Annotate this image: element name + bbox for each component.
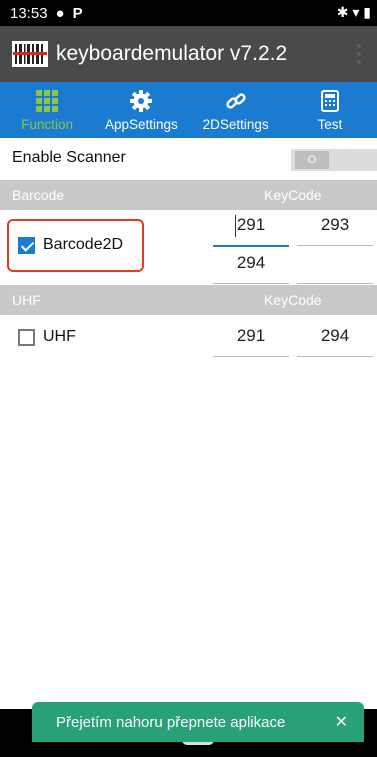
calculator-icon <box>320 89 339 113</box>
notification-icon: ● <box>55 4 65 22</box>
overflow-menu-icon[interactable] <box>357 44 361 64</box>
section-title: UHF <box>12 292 41 308</box>
barcode2d-keycode-3[interactable]: 294 <box>213 253 289 284</box>
section-title: Barcode <box>12 187 65 203</box>
tab-label: AppSettings <box>104 116 178 132</box>
app-bar: keyboardemulator v7.2.2 <box>0 26 377 82</box>
close-icon[interactable]: ✕ <box>335 712 348 732</box>
keycode-header: KeyCode <box>264 187 322 203</box>
tab-function[interactable]: Function <box>0 82 94 138</box>
uhf-label: UHF <box>43 328 76 345</box>
uhf-keycode-1[interactable]: 291 <box>213 326 289 357</box>
enable-scanner-switch[interactable]: O <box>291 149 377 171</box>
tab-test[interactable]: Test <box>283 82 377 138</box>
tab-label: Test <box>317 116 343 132</box>
barcode-logo-icon <box>12 41 48 67</box>
gear-icon <box>130 89 153 113</box>
barcode2d-keycode-1[interactable]: 291 <box>213 215 289 247</box>
barcode2d-checkbox[interactable] <box>18 237 35 254</box>
swipe-hint-toast: Přejetím nahoru přepnete aplikace ✕ <box>32 702 364 742</box>
barcode2d-keycode-4[interactable] <box>297 253 373 284</box>
tab-label: 2DSettings <box>202 116 269 132</box>
barcode-section-header: Barcode KeyCode <box>0 180 377 210</box>
tab-bar: Function AppSettings 2DSettings Test <box>0 82 377 138</box>
tab-2dsettings[interactable]: 2DSettings <box>189 82 283 138</box>
link-icon <box>225 89 247 113</box>
enable-scanner-row: Enable Scanner O <box>0 138 377 178</box>
status-bar: 13:53 ● P ✱ ▾ ▮ <box>0 0 377 26</box>
parking-app-icon: P <box>72 4 83 22</box>
barcode2d-keycode-2[interactable]: 293 <box>297 215 373 246</box>
grid-icon <box>36 89 59 113</box>
uhf-checkbox[interactable] <box>18 329 35 346</box>
keycode-header: KeyCode <box>264 292 322 308</box>
barcode2d-label: Barcode2D <box>43 236 124 253</box>
uhf-section-header: UHF KeyCode <box>0 285 377 315</box>
switch-knob: O <box>295 151 329 169</box>
system-status-icons: ✱ ▾ ▮ <box>336 4 371 20</box>
uhf-keycode-2[interactable]: 294 <box>297 326 373 357</box>
toast-message: Přejetím nahoru přepnete aplikace <box>56 713 286 731</box>
tab-appsettings[interactable]: AppSettings <box>94 82 188 138</box>
enable-scanner-label: Enable Scanner <box>12 149 126 166</box>
app-title: keyboardemulator v7.2.2 <box>56 42 288 65</box>
tab-label: Function <box>21 116 74 132</box>
status-time: 13:53 <box>10 4 48 22</box>
